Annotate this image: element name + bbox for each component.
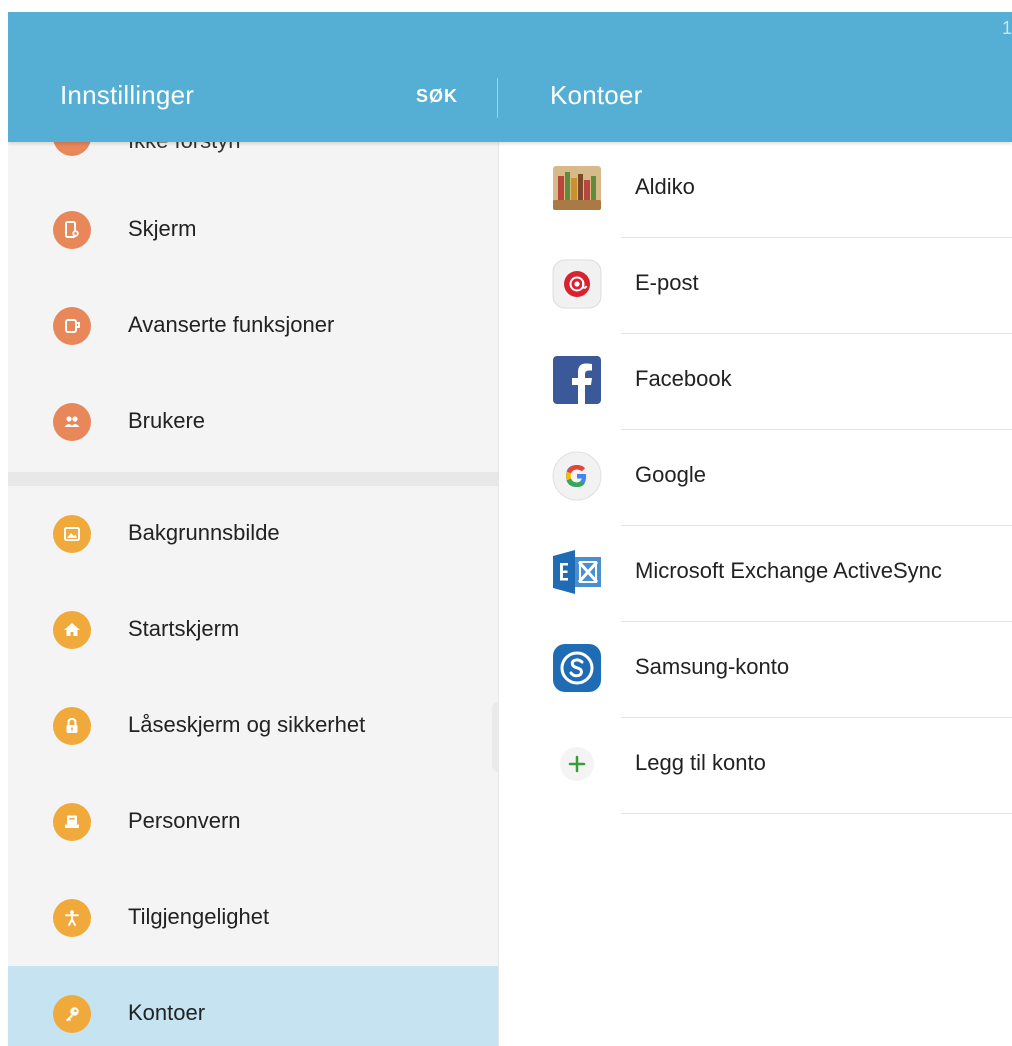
sidebar-item-users[interactable]: Brukere bbox=[8, 374, 498, 470]
sidebar-item-do-not-disturb[interactable]: Ikke forstyrr bbox=[8, 142, 498, 158]
sidebar-item-label: Ikke forstyrr bbox=[128, 142, 243, 154]
wallpaper-icon bbox=[53, 515, 91, 553]
account-item-label: Legg til konto bbox=[635, 750, 766, 775]
sidebar-item-accessibility[interactable]: Tilgjengelighet bbox=[8, 870, 498, 966]
accounts-title: Kontoer bbox=[550, 80, 643, 110]
home-icon bbox=[53, 611, 91, 649]
row-divider bbox=[621, 813, 1012, 814]
sidebar-item-label: Personvern bbox=[128, 808, 241, 833]
sidebar-item-label: Tilgjengelighet bbox=[128, 904, 270, 929]
sidebar-item-lock-screen-security[interactable]: Låseskjerm og sikkerhet bbox=[8, 678, 498, 774]
account-item-exchange[interactable]: Microsoft Exchange ActiveSync bbox=[499, 526, 1012, 622]
account-item-label: Facebook bbox=[635, 366, 732, 391]
settings-list[interactable]: Ikke forstyrr Skjerm Avanserte funksjone… bbox=[8, 142, 504, 1046]
users-icon bbox=[53, 403, 91, 441]
privacy-icon bbox=[53, 803, 91, 841]
account-item-label: Aldiko bbox=[635, 174, 695, 199]
account-item-google[interactable]: Google bbox=[499, 430, 1012, 526]
advanced-features-icon bbox=[53, 307, 91, 345]
sidebar-item-wallpaper[interactable]: Bakgrunnsbilde bbox=[8, 486, 498, 582]
aldiko-books-icon bbox=[551, 162, 603, 214]
email-at-icon bbox=[551, 258, 603, 310]
google-icon bbox=[551, 450, 603, 502]
exchange-icon bbox=[551, 546, 603, 598]
sidebar-item-label: Startskjerm bbox=[128, 616, 240, 641]
account-item-label: E-post bbox=[635, 270, 699, 295]
corner-mark: 1 bbox=[1001, 18, 1012, 38]
key-icon bbox=[53, 995, 91, 1033]
account-item-label: Microsoft Exchange ActiveSync bbox=[635, 558, 942, 583]
settings-screen: Innstillinger SØK Kontoer 1 Ikke forstyr… bbox=[8, 12, 1012, 1046]
sidebar-item-label: Avanserte funksjoner bbox=[128, 312, 335, 337]
add-account-button[interactable]: Legg til konto bbox=[499, 718, 1012, 814]
sidebar-item-display[interactable]: Skjerm bbox=[8, 182, 498, 278]
sidebar-item-advanced-features[interactable]: Avanserte funksjoner bbox=[8, 278, 498, 374]
sidebar-item-label: Brukere bbox=[128, 408, 206, 433]
sidebar-item-label: Låseskjerm og sikkerhet bbox=[128, 712, 366, 737]
app-bar: Innstillinger SØK Kontoer 1 bbox=[8, 12, 1012, 142]
account-item-aldiko[interactable]: Aldiko bbox=[499, 142, 1012, 238]
sidebar-item-label: Kontoer bbox=[128, 1000, 206, 1025]
samsung-account-icon bbox=[551, 642, 603, 694]
sidebar-item-accounts[interactable]: Kontoer bbox=[8, 966, 498, 1046]
add-icon bbox=[551, 738, 603, 790]
sidebar-item-privacy[interactable]: Personvern bbox=[8, 774, 498, 870]
accounts-list[interactable]: Aldiko E-post Facebook Google Microsoft … bbox=[498, 142, 1012, 1046]
search-button[interactable]: SØK bbox=[416, 86, 458, 107]
account-item-label: Samsung-konto bbox=[635, 654, 790, 679]
account-item-samsung[interactable]: Samsung-konto bbox=[499, 622, 1012, 718]
sidebar-item-label: Skjerm bbox=[128, 216, 197, 241]
sidebar-item-home-screen[interactable]: Startskjerm bbox=[8, 582, 498, 678]
facebook-icon bbox=[551, 354, 603, 406]
settings-title: Innstillinger bbox=[60, 80, 195, 110]
account-item-label: Google bbox=[635, 462, 706, 487]
do-not-disturb-icon bbox=[53, 142, 91, 156]
account-item-facebook[interactable]: Facebook bbox=[499, 334, 1012, 430]
appbar-divider bbox=[497, 78, 498, 118]
group-separator bbox=[8, 472, 498, 486]
sidebar-item-label: Bakgrunnsbilde bbox=[128, 520, 280, 545]
lock-icon bbox=[53, 707, 91, 745]
display-icon bbox=[53, 211, 91, 249]
accessibility-icon bbox=[53, 899, 91, 937]
account-item-email[interactable]: E-post bbox=[499, 238, 1012, 334]
